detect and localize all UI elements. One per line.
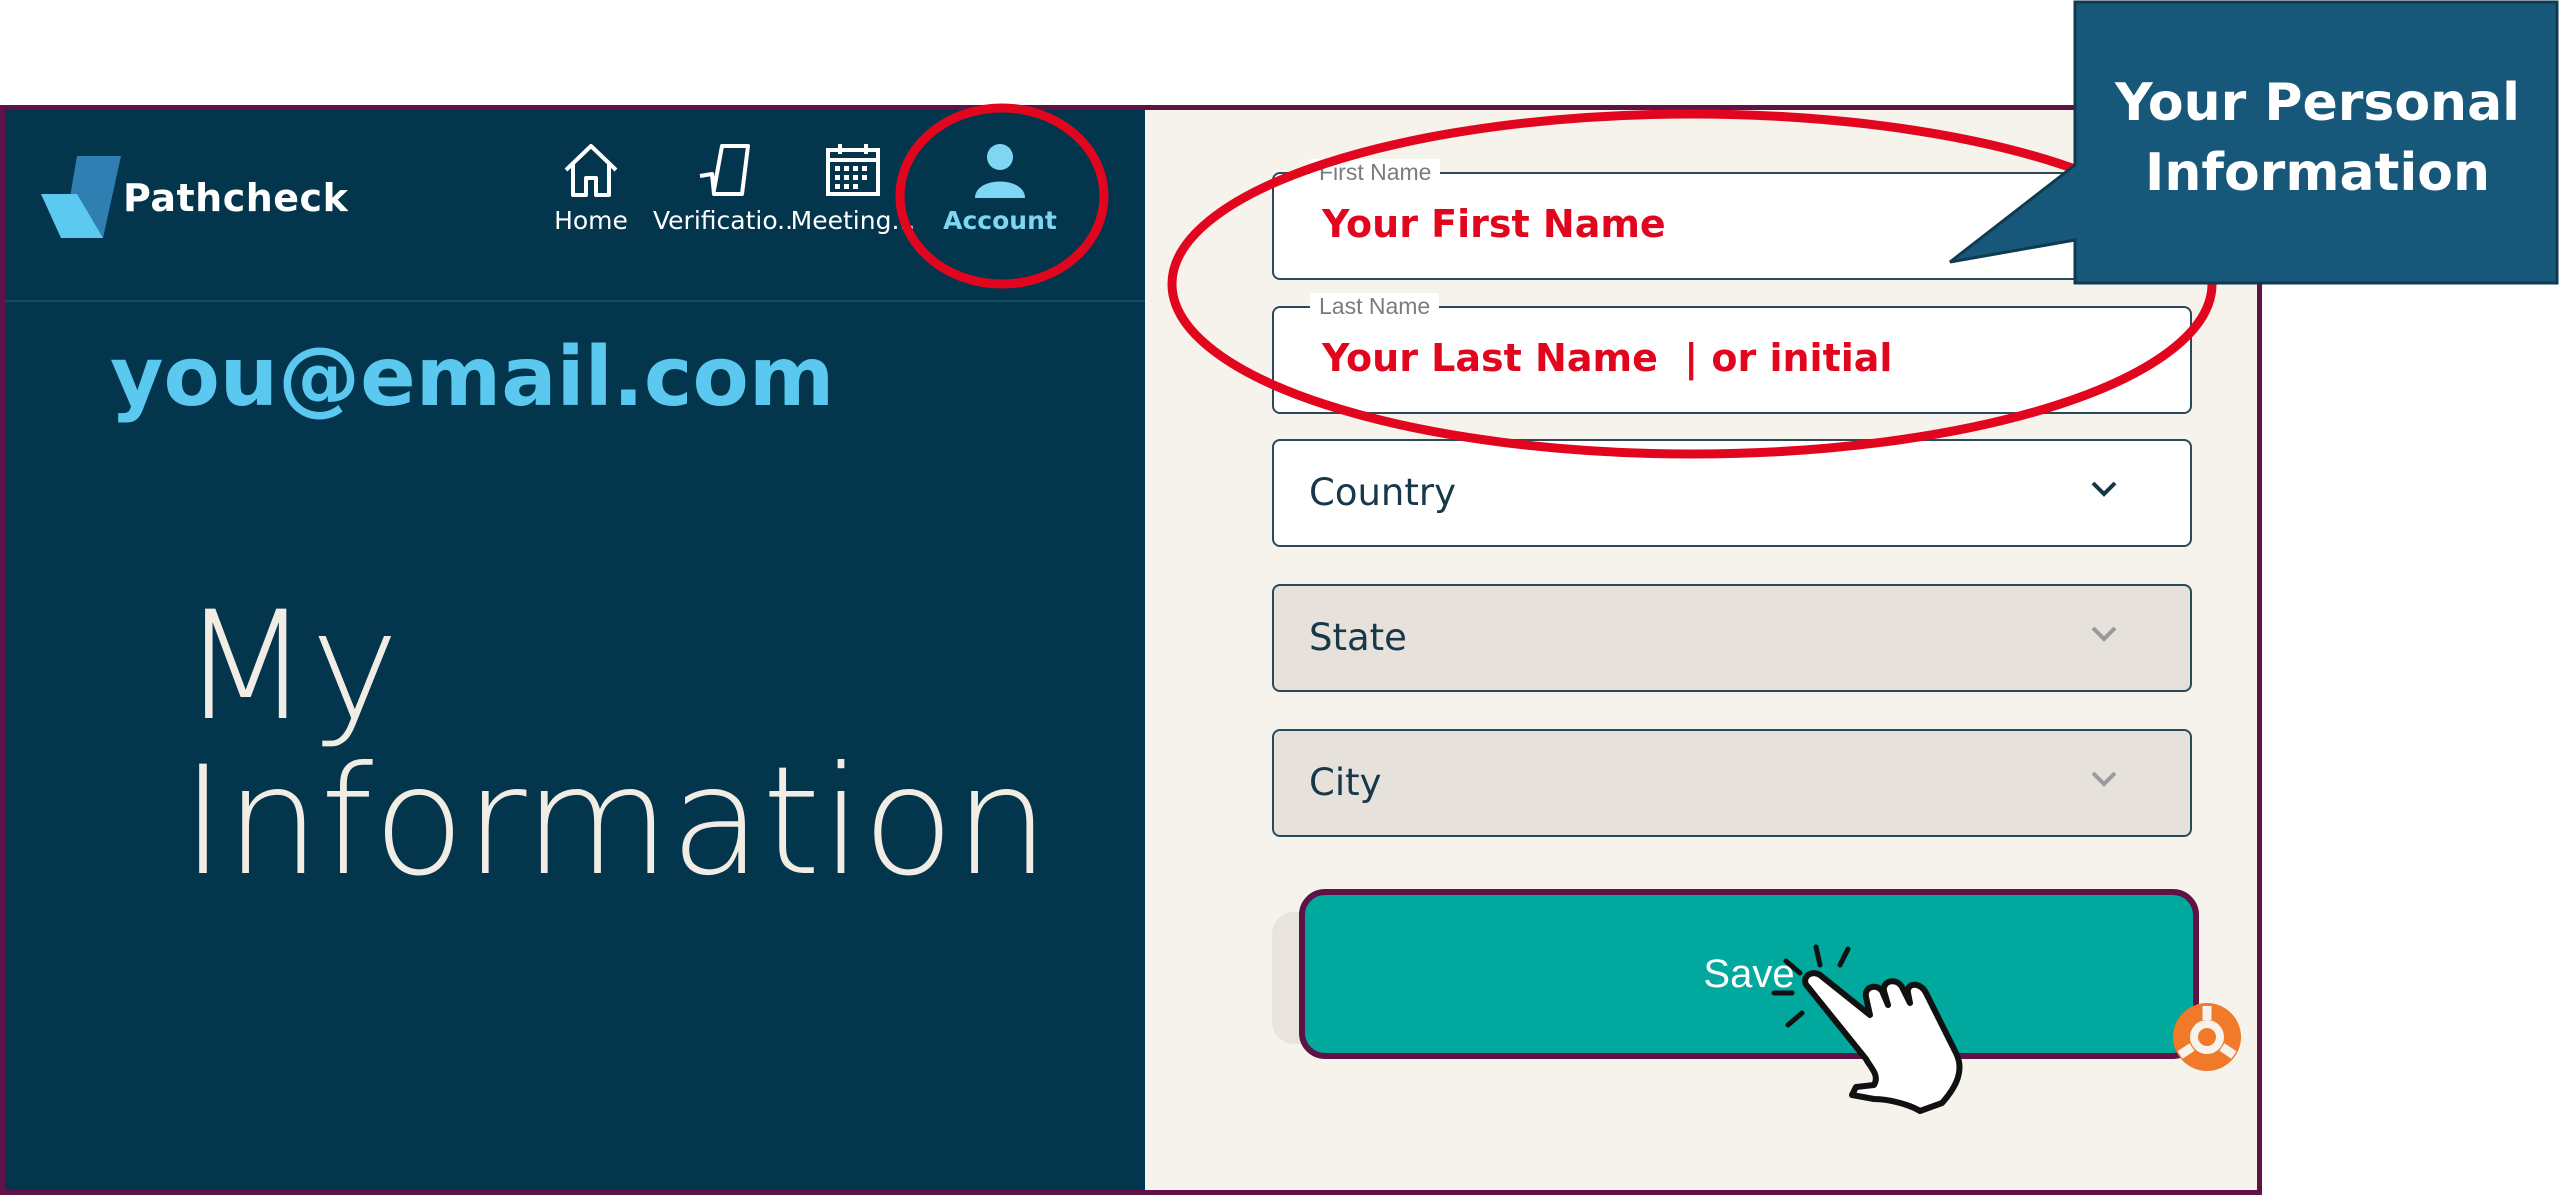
first-name-field[interactable]: First Name Your First Name: [1272, 159, 2192, 280]
chevron-down-icon: [2091, 771, 2117, 787]
home-icon: [564, 144, 618, 197]
brand-name: Pathcheck: [123, 176, 349, 220]
page-title: My Information: [181, 590, 1049, 900]
nav-meetings-label: Meeting...: [790, 206, 916, 235]
account-email: you@email.com: [110, 330, 835, 425]
nav-account[interactable]: Account: [930, 140, 1070, 235]
nav-verification[interactable]: Verificatio...: [653, 140, 793, 235]
city-select-text: City: [1309, 761, 1382, 804]
city-select[interactable]: City: [1272, 729, 2192, 837]
first-name-label: First Name: [1310, 159, 1441, 186]
first-name-value: Your First Name: [1322, 202, 1666, 246]
state-select[interactable]: State: [1272, 584, 2192, 692]
callout-line1: Your Personal: [2114, 73, 2520, 133]
nav-home-label: Home: [554, 206, 628, 235]
last-name-field[interactable]: Last Name Your Last Name | or initial: [1272, 293, 2192, 414]
country-select-text: Country: [1309, 471, 1456, 514]
nav-home[interactable]: Home: [521, 140, 661, 235]
last-name-value: Your Last Name | or initial: [1322, 336, 1893, 380]
country-select[interactable]: Country: [1272, 439, 2192, 547]
page-title-line1: My: [181, 580, 400, 754]
save-button[interactable]: Save: [1299, 889, 2199, 1059]
left-panel: Pathcheck Home Verificatio... Meeting...…: [5, 110, 1145, 1190]
last-name-label: Last Name: [1310, 293, 1440, 320]
person-icon: [975, 144, 1025, 198]
calendar-icon: [826, 144, 880, 196]
nav-account-label: Account: [943, 206, 1057, 235]
callout-line2: Information: [2144, 143, 2491, 203]
help-lifebuoy-icon[interactable]: [2170, 1000, 2244, 1074]
page-title-line2: Information: [181, 735, 1050, 909]
nav-meetings[interactable]: Meeting...: [783, 140, 923, 235]
checkmark-icon: [699, 144, 750, 196]
nav-verification-label: Verificatio...: [653, 206, 793, 235]
chevron-down-icon: [2091, 481, 2117, 497]
header-divider: [5, 300, 1145, 302]
callout-text: Your Personal Information: [2075, 68, 2560, 208]
state-select-text: State: [1309, 616, 1407, 659]
chevron-down-icon: [2091, 626, 2117, 642]
pathcheck-logo-icon: [41, 156, 121, 238]
